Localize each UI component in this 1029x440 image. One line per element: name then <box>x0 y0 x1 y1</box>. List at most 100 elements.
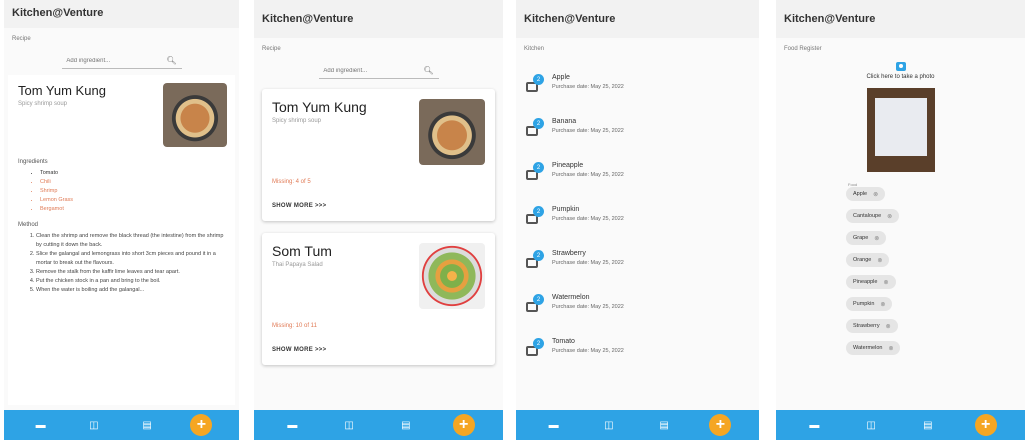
remove-chip-icon[interactable]: ⊗ <box>887 213 892 220</box>
search-icon[interactable]: 🔍︎ <box>166 56 176 65</box>
method-list: Clean the shrimp and remove the black th… <box>18 232 225 295</box>
book-icon[interactable]: ◫ <box>861 420 881 431</box>
search-bar[interactable]: 🔍︎ <box>61 56 182 69</box>
recipe-image <box>419 99 485 165</box>
kitchen-item[interactable]: 2 Pumpkin Purchase date: May 25, 2022 <box>526 206 749 234</box>
remove-chip-icon[interactable]: ⊗ <box>886 323 891 330</box>
method-step: Clean the shrimp and remove the black th… <box>36 232 225 250</box>
fridge-item-icon: 2 <box>526 206 546 226</box>
home-icon[interactable]: ▬ <box>282 420 302 431</box>
home-icon[interactable]: ▬ <box>31 420 51 431</box>
fridge-item-icon: 2 <box>526 118 546 138</box>
app-bar: Kitchen@Venture <box>4 0 239 28</box>
food-chip-list: Apple ⊗ Cantaloupe ⊗ Grape ⊗ Orange ⊗ Pineap… <box>776 187 1025 363</box>
fridge-item-icon: 2 <box>526 162 546 182</box>
remove-chip-icon[interactable]: ⊗ <box>888 345 893 352</box>
food-chip[interactable]: Strawberry ⊗ <box>846 319 898 333</box>
app-title: Kitchen@Venture <box>12 7 104 19</box>
chip-label: Grape <box>853 235 869 241</box>
purchase-date: Purchase date: May 25, 2022 <box>552 84 624 90</box>
quantity-badge: 2 <box>533 206 544 217</box>
add-button[interactable]: + <box>974 414 997 436</box>
kitchen-item[interactable]: 2 Banana Purchase date: May 25, 2022 <box>526 118 749 146</box>
ingredient-item: Shrimp <box>40 187 225 196</box>
remove-chip-icon[interactable]: ⊗ <box>883 279 888 286</box>
fridge-icon[interactable]: ▤ <box>396 420 416 431</box>
bottom-nav: ▬ ◫ ▤ + <box>516 410 759 440</box>
chip-label: Pumpkin <box>853 301 875 307</box>
kitchen-screen: Kitchen@Venture Kitchen 2 Apple Purchase … <box>516 0 759 440</box>
app-bar: Kitchen@Venture <box>254 0 503 38</box>
app-bar: Kitchen@Venture <box>516 0 759 38</box>
quantity-badge: 2 <box>533 162 544 173</box>
ingredient-item: Tomato <box>40 169 225 178</box>
purchase-date: Purchase date: May 25, 2022 <box>552 260 624 266</box>
kitchen-item[interactable]: 2 Pineapple Purchase date: May 25, 2022 <box>526 162 749 190</box>
fridge-icon[interactable]: ▤ <box>918 420 938 431</box>
search-icon[interactable]: 🔍︎ <box>423 66 433 75</box>
show-more-button[interactable]: SHOW MORE >>> <box>272 347 485 353</box>
food-chip[interactable]: Watermelon ⊗ <box>846 341 901 355</box>
add-button[interactable]: + <box>709 414 732 436</box>
chip-label: Apple <box>853 191 868 197</box>
food-chip[interactable]: Pumpkin ⊗ <box>846 297 893 311</box>
screens-container: Kitchen@Venture Recipe 🔍︎ Tom Yum Kung S… <box>0 0 1029 440</box>
add-button[interactable]: + <box>190 414 213 436</box>
fridge-item-icon: 2 <box>526 74 546 94</box>
kitchen-item[interactable]: 2 Tomato Purchase date: May 25, 2022 <box>526 338 749 366</box>
remove-chip-icon[interactable]: ⊗ <box>874 235 879 242</box>
method-step: When the water is boiling add the galang… <box>36 286 225 295</box>
purchase-date: Purchase date: May 25, 2022 <box>552 348 624 354</box>
take-photo-button[interactable]: Click here to take a photo <box>776 74 1025 80</box>
fridge-icon[interactable]: ▤ <box>137 420 157 431</box>
home-icon[interactable]: ▬ <box>804 420 824 431</box>
recipe-image <box>163 83 227 147</box>
book-icon[interactable]: ◫ <box>599 420 619 431</box>
app-title: Kitchen@Venture <box>524 13 616 25</box>
section-label: Kitchen <box>524 46 545 52</box>
search-bar[interactable]: 🔍︎ <box>318 66 439 79</box>
camera-icon[interactable] <box>895 62 906 71</box>
search-input[interactable] <box>323 67 424 74</box>
item-name: Pumpkin <box>552 206 580 213</box>
food-chip[interactable]: Apple ⊗ <box>846 187 886 201</box>
recipe-list-screen: Kitchen@Venture Recipe 🔍︎ Tom Yum Kung S… <box>254 0 503 440</box>
captured-photo <box>866 88 935 172</box>
recipe-detail: Tom Yum Kung Spicy shrimp soup Ingredien… <box>8 75 235 405</box>
kitchen-item[interactable]: 2 Apple Purchase date: May 25, 2022 <box>526 74 749 102</box>
method-step: Put the chicken stock in a pan and bring… <box>36 277 225 286</box>
method-step: Remove the stalk from the kaffir lime le… <box>36 268 225 277</box>
food-chip[interactable]: Pineapple ⊗ <box>846 275 896 289</box>
kitchen-item[interactable]: 2 Strawberry Purchase date: May 25, 2022 <box>526 250 749 278</box>
recipe-detail-screen: Kitchen@Venture Recipe 🔍︎ Tom Yum Kung S… <box>4 0 239 440</box>
item-name: Banana <box>552 118 577 125</box>
missing-count: Missing: 4 of 5 <box>272 179 311 185</box>
remove-chip-icon[interactable]: ⊗ <box>877 257 882 264</box>
food-chip[interactable]: Grape ⊗ <box>846 231 887 245</box>
book-icon[interactable]: ◫ <box>84 420 104 431</box>
fridge-item-icon: 2 <box>526 338 546 358</box>
recipe-card[interactable]: Tom Yum Kung Spicy shrimp soup Missing: … <box>262 89 495 221</box>
quantity-badge: 2 <box>533 250 544 261</box>
food-chip[interactable]: Orange ⊗ <box>846 253 890 267</box>
fridge-icon[interactable]: ▤ <box>654 420 674 431</box>
food-register-screen: Kitchen@Venture Food Register Click here… <box>776 0 1025 440</box>
book-icon[interactable]: ◫ <box>339 420 359 431</box>
food-chip[interactable]: Cantaloupe ⊗ <box>846 209 900 223</box>
ingredient-list: Tomato Chili Shrimp Lemon Grass Bergamot <box>18 169 225 214</box>
show-more-button[interactable]: SHOW MORE >>> <box>272 203 485 209</box>
recipe-card[interactable]: Som Tum Thai Papaya Salad Missing: 10 of… <box>262 233 495 365</box>
purchase-date: Purchase date: May 25, 2022 <box>552 304 624 310</box>
recipe-image <box>419 243 485 309</box>
section-label: Recipe <box>12 36 31 42</box>
remove-chip-icon[interactable]: ⊗ <box>873 191 878 198</box>
remove-chip-icon[interactable]: ⊗ <box>880 301 885 308</box>
quantity-badge: 2 <box>533 74 544 85</box>
section-label: Recipe <box>262 46 281 52</box>
ingredients-heading: Ingredients <box>18 159 48 165</box>
bottom-nav: ▬ ◫ ▤ + <box>4 410 239 440</box>
kitchen-item[interactable]: 2 Watermelon Purchase date: May 25, 2022 <box>526 294 749 322</box>
home-icon[interactable]: ▬ <box>544 420 564 431</box>
add-button[interactable]: + <box>452 414 475 436</box>
search-input[interactable] <box>66 57 167 64</box>
